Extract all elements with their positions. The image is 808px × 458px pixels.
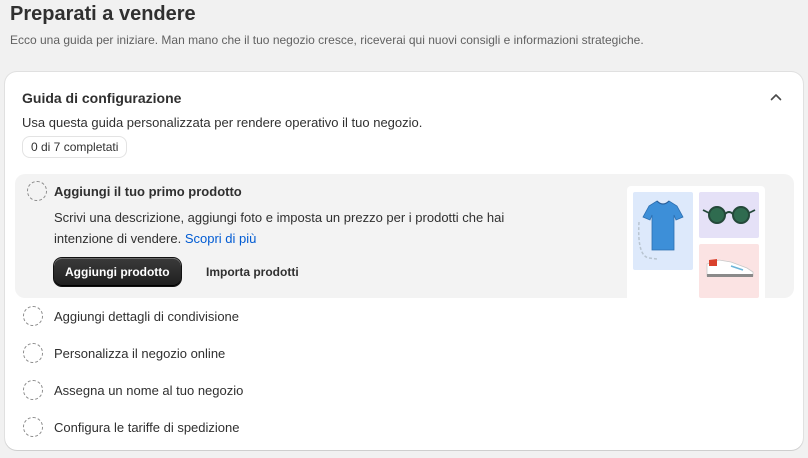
active-step-title: Aggiungi il tuo primo prodotto: [54, 184, 242, 199]
step-shipping-rates[interactable]: Configura le tariffe di spedizione: [15, 409, 794, 446]
step-label: Assegna un nome al tuo negozio: [54, 383, 244, 398]
step-add-sharing-details[interactable]: Aggiungi dettagli di condivisione: [15, 298, 794, 335]
active-step-description: Scrivi una descrizione, aggiungi foto e …: [54, 207, 534, 249]
learn-more-link[interactable]: Scopri di più: [185, 231, 257, 246]
page-title: Preparati a vendere: [10, 3, 196, 25]
step-customize-store[interactable]: Personalizza il negozio online: [15, 335, 794, 372]
chevron-up-icon: [770, 94, 782, 101]
step-label: Configura le tariffe di spedizione: [54, 420, 240, 435]
step-incomplete-icon[interactable]: [23, 306, 43, 326]
step-label: Personalizza il negozio online: [54, 346, 226, 361]
import-products-button[interactable]: Importa prodotti: [204, 258, 301, 286]
setup-guide-description: Usa questa guida personalizzata per rend…: [22, 115, 423, 130]
collapse-guide-button[interactable]: [766, 87, 786, 107]
step-incomplete-icon[interactable]: [23, 343, 43, 363]
step-incomplete-icon[interactable]: [27, 181, 47, 201]
products-illustration: [627, 186, 765, 298]
step-label: Aggiungi dettagli di condivisione: [54, 309, 240, 324]
setup-guide-title: Guida di configurazione: [22, 90, 182, 106]
active-step-description-text: Scrivi una descrizione, aggiungi foto e …: [54, 210, 505, 246]
page-subtitle: Ecco una guida per iniziare. Man mano ch…: [10, 33, 644, 47]
progress-badge: 0 di 7 completati: [22, 136, 128, 158]
step-name-store[interactable]: Assegna un nome al tuo negozio: [15, 372, 794, 409]
add-product-button[interactable]: Aggiungi prodotto: [54, 258, 181, 286]
setup-guide-card: Guida di configurazione Usa questa guida…: [5, 72, 803, 450]
step-incomplete-icon[interactable]: [23, 417, 43, 437]
active-step-add-product: Aggiungi il tuo primo prodotto Scrivi un…: [15, 174, 794, 298]
step-incomplete-icon[interactable]: [23, 380, 43, 400]
